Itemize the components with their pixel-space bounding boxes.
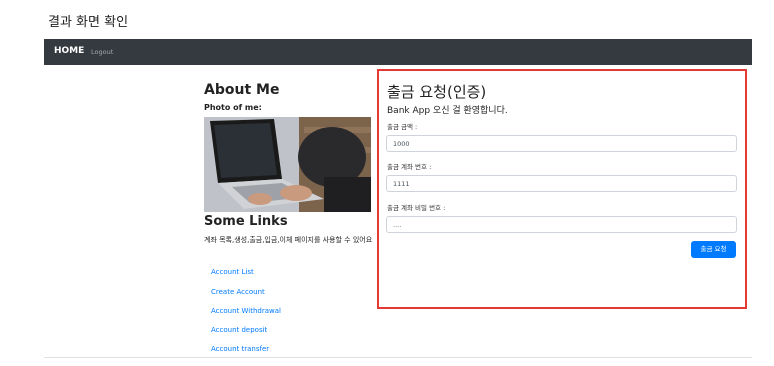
links-title: Some Links — [204, 214, 288, 229]
page-caption: 결과 화면 확인 — [48, 15, 129, 30]
nav-logout-link[interactable]: Logout — [91, 48, 113, 56]
link-account-transfer[interactable]: Account transfer — [211, 345, 269, 353]
withdraw-submit-button[interactable]: 출금 요청 — [691, 241, 736, 258]
form-title: 출금 요청(인증) — [387, 83, 487, 101]
amount-label: 출금 금액 : — [387, 123, 418, 131]
password-label: 출금 계좌 비밀 번호 : — [387, 204, 446, 212]
account-number-input[interactable]: 1111 — [386, 175, 737, 192]
about-title: About Me — [204, 82, 280, 98]
link-account-withdrawal[interactable]: Account Withdrawal — [211, 307, 281, 315]
account-number-label: 출금 계좌 번호 : — [387, 163, 432, 171]
withdrawal-form-panel: 출금 요청(인증) Bank App 오신 걸 환영합니다. 출금 금액 : 1… — [377, 69, 747, 309]
photo-label: Photo of me: — [204, 103, 262, 112]
laptop-photo-image — [204, 117, 371, 212]
footer-divider — [44, 357, 752, 358]
link-account-list[interactable]: Account List — [211, 268, 254, 276]
navbar: HOME Logout — [44, 39, 752, 65]
profile-photo — [204, 117, 371, 212]
link-create-account[interactable]: Create Account — [211, 288, 265, 296]
link-account-deposit[interactable]: Account deposit — [211, 326, 267, 334]
password-input[interactable]: .... — [386, 216, 737, 233]
amount-input[interactable]: 1000 — [386, 135, 737, 152]
form-subtitle: Bank App 오신 걸 환영합니다. — [387, 106, 508, 116]
links-description: 계좌 목록,생성,출금,입금,이체 페이지를 사용할 수 있어요 — [204, 236, 373, 244]
nav-home-link[interactable]: HOME — [54, 46, 84, 56]
